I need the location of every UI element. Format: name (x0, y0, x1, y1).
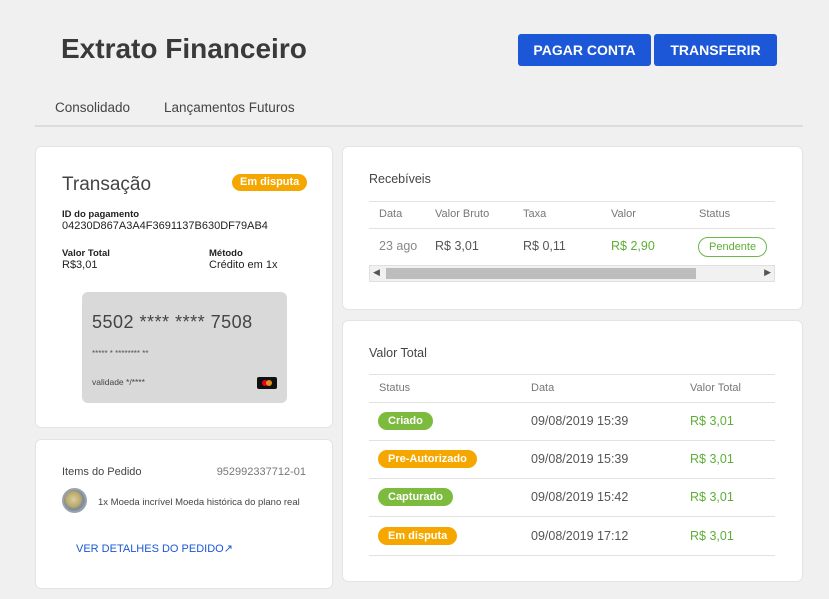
transfer-button[interactable]: TRANSFERIR (654, 34, 777, 66)
receivables-table: Data Valor Bruto Taxa Valor Status 23 ag… (369, 201, 775, 261)
divider (369, 516, 775, 517)
page-title: Extrato Financeiro (61, 33, 307, 64)
scroll-right-arrow-icon[interactable]: ▶ (764, 267, 771, 278)
order-items-title: Items do Pedido (62, 466, 142, 478)
col-taxa: Taxa (523, 208, 547, 220)
history-value: R$ 3,01 (690, 452, 734, 466)
divider (369, 201, 775, 202)
total-history-table: Status Data Valor Total Criado 09/08/201… (369, 374, 775, 564)
pending-status-badge: Pendente (698, 237, 768, 257)
status-badge: Em disputa (378, 527, 458, 545)
divider (369, 555, 775, 556)
payment-id-value: 04230D867A3A4F3691137B630DF79AB4 (62, 220, 268, 232)
tab-lancamentos-futuros[interactable]: Lançamentos Futuros (164, 100, 295, 115)
divider (369, 440, 775, 441)
transaction-title: Transação (62, 174, 152, 195)
divider (369, 478, 775, 479)
total-history-title: Valor Total (369, 346, 427, 360)
history-date: 09/08/2019 15:39 (531, 414, 629, 428)
divider (369, 402, 775, 403)
method-value: Crédito em 1x (209, 259, 278, 271)
status-badge: Criado (378, 412, 433, 430)
divider (369, 228, 775, 229)
payment-id-label: ID do pagamento (62, 209, 140, 220)
status-badge: Capturado (378, 488, 453, 506)
total-label: Valor Total (62, 248, 110, 259)
coin-product-image (62, 488, 87, 513)
receivables-card: Recebíveis Data Valor Bruto Taxa Valor S… (342, 146, 803, 310)
history-date: 09/08/2019 15:42 (531, 490, 629, 504)
col-data: Data (531, 382, 555, 394)
horizontal-scrollbar[interactable]: ◀ ▶ (369, 265, 775, 282)
card-validity: validade */**** (92, 377, 145, 387)
tab-bar: Consolidado Lançamentos Futuros (35, 90, 803, 127)
col-status: Status (379, 382, 411, 394)
status-badge: Em disputa (232, 174, 308, 191)
pay-bill-button[interactable]: PAGAR CONTA (518, 34, 651, 66)
receivables-title: Recebíveis (369, 172, 431, 186)
mastercard-icon (257, 377, 277, 389)
scrollbar-thumb[interactable] (386, 268, 696, 279)
history-value: R$ 3,01 (690, 414, 734, 428)
credit-card: 5502 **** **** 7508 ***** * ******** ** … (82, 292, 287, 403)
receivable-value: R$ 2,90 (611, 239, 655, 253)
transaction-card: Transação Em disputa ID do pagamento 042… (35, 146, 333, 428)
order-id: 952992337712-01 (216, 466, 306, 478)
col-valor-total: Valor Total (690, 382, 741, 394)
history-value: R$ 3,01 (690, 490, 734, 504)
col-valor-bruto: Valor Bruto (435, 208, 490, 220)
status-badge: Pre-Autorizado (378, 450, 477, 468)
order-items-card: Items do Pedido 952992337712-01 1x Moeda… (35, 439, 333, 589)
card-holder: ***** * ******** ** (92, 349, 149, 358)
card-number: 5502 **** **** 7508 (92, 312, 253, 332)
receivable-fee: R$ 0,11 (523, 239, 566, 253)
scroll-left-arrow-icon[interactable]: ◀ (373, 267, 380, 278)
history-date: 09/08/2019 15:39 (531, 452, 629, 466)
col-status: Status (699, 208, 731, 220)
receivable-gross: R$ 3,01 (435, 239, 479, 253)
history-value: R$ 3,01 (690, 529, 734, 543)
divider (369, 374, 775, 375)
total-value: R$3,01 (62, 259, 98, 271)
total-value-card: Valor Total Status Data Valor Total Cria… (342, 320, 803, 582)
history-date: 09/08/2019 17:12 (531, 529, 629, 543)
method-label: Método (209, 248, 243, 259)
order-details-link[interactable]: VER DETALHES DO PEDIDO↗ (76, 542, 233, 555)
col-data: Data (379, 208, 403, 220)
tab-consolidado[interactable]: Consolidado (55, 100, 130, 115)
receivable-date: 23 ago (379, 239, 418, 253)
order-item-description: 1x Moeda incrível Moeda histórica do pla… (98, 497, 300, 508)
col-valor: Valor (611, 208, 636, 220)
